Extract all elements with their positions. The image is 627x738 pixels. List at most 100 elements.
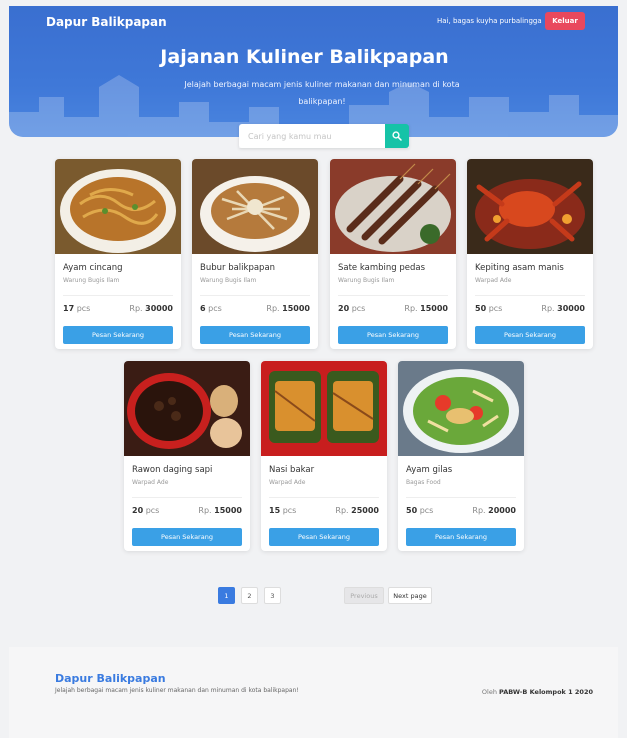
quantity-value: 20 [338, 304, 350, 313]
product-image[interactable] [398, 361, 524, 456]
product-card: Kepiting asam manis Warpad Ade 50 pcs Rp. 3… [467, 159, 593, 349]
page-title: Jajanan Kuliner Balikpapan [160, 46, 449, 68]
credit-name: PABW-B Kelompok 1 2020 [499, 688, 593, 696]
product-name: Bubur balikpapan [200, 263, 276, 273]
price-value: 15000 [282, 304, 310, 313]
page-2-button[interactable]: 2 [241, 587, 258, 604]
pagination: 1 2 3 [218, 587, 281, 604]
search-icon [392, 131, 402, 141]
quantity-unit: pcs [76, 304, 91, 313]
quantity-value: 17 [63, 304, 75, 313]
order-now-button[interactable]: Pesan Sekarang [406, 528, 516, 546]
product-name: Sate kambing pedas [338, 263, 426, 273]
product-price: Rp. 30000 [541, 304, 585, 313]
next-page-button[interactable]: Next page [388, 587, 432, 604]
product-quantity: 17 pcs [63, 304, 90, 313]
currency-prefix: Rp. [198, 506, 212, 515]
quantity-unit: pcs [282, 506, 297, 515]
previous-page-button[interactable]: Previous [344, 587, 384, 604]
product-card: Ayam gilas Bagas Food 50 pcs Rp. 20000 Pesan… [398, 361, 524, 551]
product-seller: Bagas Food [406, 479, 441, 486]
product-name: Kepiting asam manis [475, 263, 564, 273]
card-divider [200, 295, 310, 296]
order-now-button[interactable]: Pesan Sekarang [269, 528, 379, 546]
product-card: Ayam cincang Warung Bugis Ilam 17 pcs Rp. 3… [55, 159, 181, 349]
product-card: Rawon daging sapi Warpad Ade 20 pcs Rp. 150… [124, 361, 250, 551]
quantity-value: 50 [475, 304, 487, 313]
order-now-button[interactable]: Pesan Sekarang [200, 326, 310, 344]
currency-prefix: Rp. [541, 304, 555, 313]
page-3-button[interactable]: 3 [264, 587, 281, 604]
product-price: Rp. 30000 [129, 304, 173, 313]
product-seller: Warung Bugis Ilam [63, 277, 120, 284]
footer: Dapur Balikpapan Jelajah berbagai macam … [9, 647, 618, 738]
footer-tagline: Jelajah berbagai macam jenis kuliner mak… [55, 687, 299, 694]
product-name: Nasi bakar [269, 465, 315, 475]
product-seller: Warpad Ade [132, 479, 169, 486]
product-seller: Warpad Ade [475, 277, 512, 284]
currency-prefix: Rp. [472, 506, 486, 515]
price-value: 25000 [351, 506, 379, 515]
search-button[interactable] [385, 124, 409, 148]
search-bar [239, 124, 409, 148]
currency-prefix: Rp. [335, 506, 349, 515]
quantity-value: 6 [200, 304, 206, 313]
product-quantity: 50 pcs [406, 506, 433, 515]
card-divider [132, 497, 242, 498]
price-value: 30000 [145, 304, 173, 313]
price-value: 15000 [214, 506, 242, 515]
product-name: Ayam gilas [406, 465, 453, 475]
price-value: 30000 [557, 304, 585, 313]
quantity-unit: pcs [208, 304, 222, 313]
quantity-unit: pcs [419, 506, 434, 515]
product-image[interactable] [330, 159, 456, 254]
product-quantity: 20 pcs [132, 506, 159, 515]
product-image[interactable] [124, 361, 250, 456]
search-input[interactable] [239, 124, 385, 148]
product-seller: Warpad Ade [269, 479, 306, 486]
product-name: Ayam cincang [63, 263, 123, 273]
product-image[interactable] [261, 361, 387, 456]
card-divider [63, 295, 173, 296]
product-quantity: 20 pcs [338, 304, 365, 313]
order-now-button[interactable]: Pesan Sekarang [338, 326, 448, 344]
product-seller: Warung Bugis Ilam [338, 277, 395, 284]
currency-prefix: Rp. [129, 304, 143, 313]
footer-brand: Dapur Balikpapan [55, 672, 166, 685]
quantity-value: 20 [132, 506, 144, 515]
logout-button[interactable]: Keluar [545, 12, 585, 30]
order-now-button[interactable]: Pesan Sekarang [475, 326, 585, 344]
currency-prefix: Rp. [266, 304, 280, 313]
card-divider [269, 497, 379, 498]
product-card: Nasi bakar Warpad Ade 15 pcs Rp. 25000 Pesan… [261, 361, 387, 551]
product-price: Rp. 20000 [472, 506, 516, 515]
product-image[interactable] [55, 159, 181, 254]
currency-prefix: Rp. [404, 304, 418, 313]
product-quantity: 15 pcs [269, 506, 296, 515]
order-now-button[interactable]: Pesan Sekarang [132, 528, 242, 546]
price-value: 20000 [488, 506, 516, 515]
quantity-unit: pcs [145, 506, 160, 515]
quantity-unit: pcs [351, 304, 366, 313]
card-divider [338, 295, 448, 296]
product-card: Bubur balikpapan Warung Bugis Ilam 6 pcs Rp… [192, 159, 318, 349]
price-value: 15000 [420, 304, 448, 313]
page-1-button[interactable]: 1 [218, 587, 235, 604]
product-price: Rp. 15000 [198, 506, 242, 515]
product-name: Rawon daging sapi [132, 465, 213, 475]
product-card: Sate kambing pedas Warung Bugis Ilam 20 pc… [330, 159, 456, 349]
credit-prefix: Oleh [481, 688, 497, 696]
quantity-unit: pcs [488, 304, 503, 313]
product-price: Rp. 15000 [404, 304, 448, 313]
product-price: Rp. 15000 [266, 304, 310, 313]
product-seller: Warung Bugis Ilam [200, 277, 257, 284]
brand-logo[interactable]: Dapur Balikpapan [46, 15, 167, 29]
order-now-button[interactable]: Pesan Sekarang [63, 326, 173, 344]
product-image[interactable] [467, 159, 593, 254]
card-divider [406, 497, 516, 498]
product-price: Rp. 25000 [335, 506, 379, 515]
user-greeting: Hai, bagas kuyha purbalingga [437, 17, 542, 25]
product-image[interactable] [192, 159, 318, 254]
product-quantity: 6 pcs [200, 304, 222, 313]
footer-credit: Oleh PABW-B Kelompok 1 2020 [482, 688, 593, 696]
